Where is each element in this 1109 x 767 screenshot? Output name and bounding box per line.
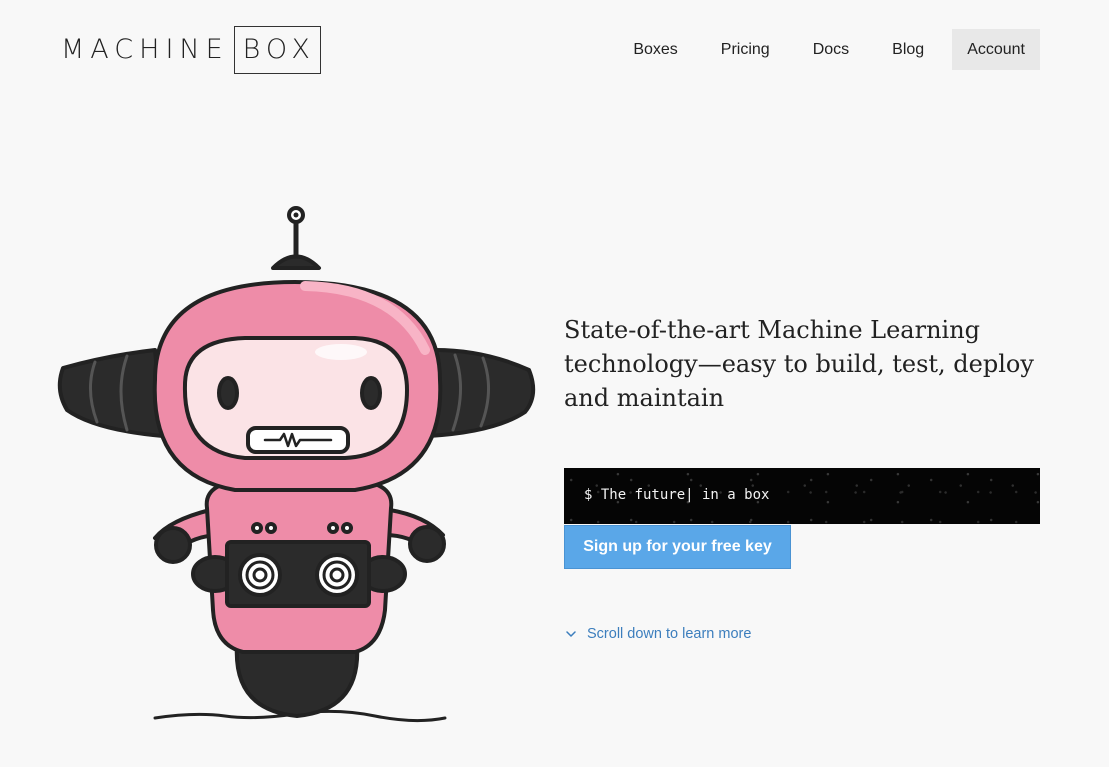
robot-mascot-illustration [55,190,555,730]
hero-tagline: State-of-the-art Machine Learning techno… [564,316,1034,412]
terminal-text: $ The future| in a box [584,487,770,503]
nav-item-account[interactable]: Account [952,29,1040,70]
nav-item-docs[interactable]: Docs [798,29,864,70]
scroll-down-link[interactable]: Scroll down to learn more [566,626,751,642]
nav-item-boxes[interactable]: Boxes [618,29,692,70]
scroll-down-label: Scroll down to learn more [587,626,752,642]
chevron-down-icon [566,631,576,638]
nav-item-blog[interactable]: Blog [877,29,939,70]
nav-item-pricing[interactable]: Pricing [706,29,785,70]
logo[interactable]: MACHINE BOX [61,25,321,74]
logo-boxed-text: BOX [233,25,321,74]
signup-button[interactable]: Sign up for your free key [564,525,791,569]
main-nav: Boxes Pricing Docs Blog Account [605,29,1040,70]
typing-terminal: $ The future| in a box [564,468,1040,524]
logo-text: MACHINE [61,34,229,65]
